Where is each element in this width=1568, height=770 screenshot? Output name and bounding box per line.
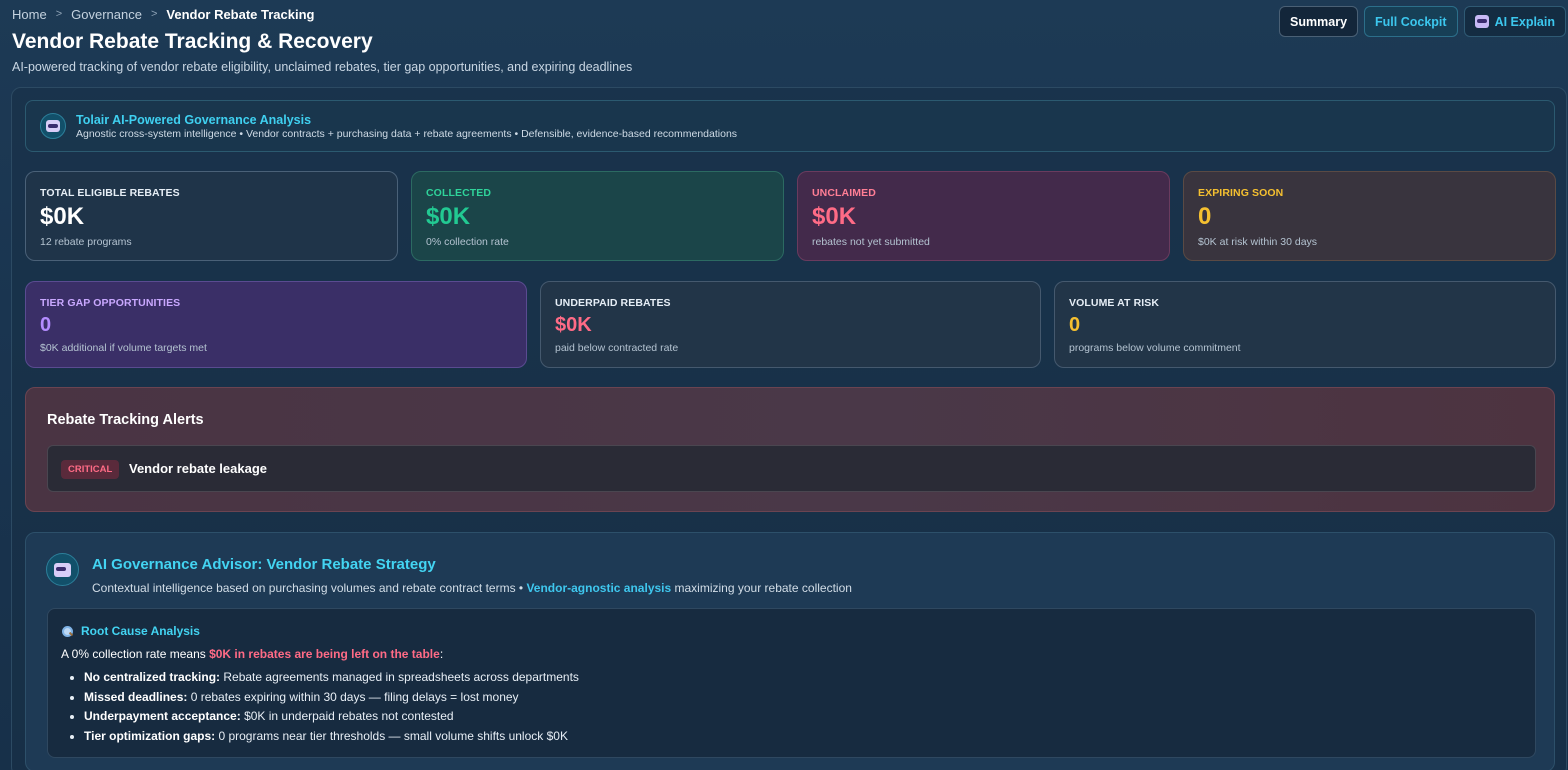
stat-card-collected[interactable]: COLLECTED $0K 0% collection rate bbox=[411, 171, 784, 261]
stat-label: UNCLAIMED bbox=[812, 187, 876, 199]
ai-analysis-banner: Tolair AI-Powered Governance Analysis Ag… bbox=[25, 100, 1555, 152]
stat-label: EXPIRING SOON bbox=[1198, 187, 1284, 199]
rebate-alerts-panel: Rebate Tracking Alerts CRITICAL Vendor r… bbox=[25, 387, 1555, 512]
stat-label: TOTAL ELIGIBLE REBATES bbox=[40, 187, 180, 199]
page-subtitle: AI-powered tracking of vendor rebate eli… bbox=[12, 60, 633, 74]
stat-subtext: programs below volume commitment bbox=[1069, 342, 1241, 354]
robot-icon bbox=[1474, 15, 1489, 28]
ai-explain-button-label: AI Explain bbox=[1494, 14, 1555, 29]
stat-subtext: 12 rebate programs bbox=[40, 236, 132, 248]
page-title: Vendor Rebate Tracking & Recovery bbox=[12, 30, 373, 53]
breadcrumb-separator: > bbox=[55, 8, 63, 20]
ai-banner-subtitle: Agnostic cross-system intelligence • Ven… bbox=[76, 128, 738, 140]
page: Home > Governance > Vendor Rebate Tracki… bbox=[0, 0, 1568, 770]
stat-card-underpaid[interactable]: UNDERPAID REBATES $0K paid below contrac… bbox=[540, 281, 1041, 368]
stat-value: $0K bbox=[555, 314, 592, 336]
advisor-subtitle-text: maximizing your rebate collection bbox=[671, 581, 852, 595]
stat-card-unclaimed[interactable]: UNCLAIMED $0K rebates not yet submitted bbox=[797, 171, 1170, 261]
list-item-term: Tier optimization gaps: bbox=[84, 728, 216, 743]
stat-value: $0K bbox=[812, 203, 857, 230]
stat-subtext: paid below contracted rate bbox=[555, 342, 679, 354]
list-item-text: Rebate agreements managed in spreadsheet… bbox=[220, 670, 579, 684]
breadcrumb-current: Vendor Rebate Tracking bbox=[166, 7, 315, 22]
stat-subtext: rebates not yet submitted bbox=[812, 236, 930, 248]
summary-button[interactable]: Summary bbox=[1279, 6, 1359, 37]
breadcrumb-separator: > bbox=[150, 8, 158, 20]
rca-header: Root Cause Analysis bbox=[62, 624, 200, 638]
stat-label: VOLUME AT RISK bbox=[1069, 297, 1160, 309]
advisor-subtitle-highlight: Vendor-agnostic analysis bbox=[526, 581, 672, 595]
ai-advisor-panel: AI Governance Advisor: Vendor Rebate Str… bbox=[25, 532, 1555, 770]
list-item-term: Underpayment acceptance: bbox=[84, 709, 241, 724]
list-item: Tier optimization gaps: 0 programs near … bbox=[84, 727, 579, 747]
advisor-subtitle-text: Contextual intelligence based on purchas… bbox=[92, 581, 527, 595]
stat-value: 0 bbox=[1198, 203, 1212, 230]
list-item-text: 0 programs near tier thresholds — small … bbox=[215, 728, 568, 743]
stat-label: UNDERPAID REBATES bbox=[555, 297, 671, 309]
list-item-text: $0K in underpaid rebates not contested bbox=[240, 709, 454, 724]
stat-card-total-eligible[interactable]: TOTAL ELIGIBLE REBATES $0K 12 rebate pro… bbox=[25, 171, 398, 261]
list-item-text: 0 rebates expiring within 30 days — fili… bbox=[187, 689, 519, 704]
stat-label: TIER GAP OPPORTUNITIES bbox=[40, 297, 181, 309]
list-item-term: Missed deadlines: bbox=[84, 689, 188, 704]
alerts-title: Rebate Tracking Alerts bbox=[47, 412, 204, 428]
breadcrumb-governance[interactable]: Governance bbox=[71, 7, 142, 22]
alert-item[interactable]: CRITICAL Vendor rebate leakage bbox=[47, 445, 1536, 492]
stat-subtext: $0K at risk within 30 days bbox=[1198, 236, 1318, 248]
stat-value: $0K bbox=[40, 203, 85, 230]
rca-lead-text: : bbox=[439, 647, 444, 661]
ai-explain-button[interactable]: AI Explain bbox=[1463, 6, 1566, 37]
list-item-term: No centralized tracking: bbox=[84, 670, 221, 684]
stat-value: 0 bbox=[40, 314, 52, 336]
top-actions: Summary Full Cockpit AI Explain bbox=[1279, 6, 1566, 37]
stat-card-tier-gap[interactable]: TIER GAP OPPORTUNITIES 0 $0K additional … bbox=[25, 281, 527, 368]
severity-badge: CRITICAL bbox=[61, 460, 120, 479]
robot-icon bbox=[40, 113, 66, 139]
stat-subtext: 0% collection rate bbox=[426, 236, 509, 248]
stat-card-volume-at-risk[interactable]: VOLUME AT RISK 0 programs below volume c… bbox=[1054, 281, 1556, 368]
list-item: No centralized tracking: Rebate agreemen… bbox=[84, 668, 579, 688]
stat-value: 0 bbox=[1069, 314, 1081, 336]
breadcrumb-home[interactable]: Home bbox=[12, 7, 47, 22]
list-item: Underpayment acceptance: $0K in underpai… bbox=[84, 707, 579, 727]
summary-button-label: Summary bbox=[1290, 14, 1348, 29]
rca-lead: A 0% collection rate means $0K in rebate… bbox=[61, 647, 443, 661]
stat-card-expiring-soon[interactable]: EXPIRING SOON 0 $0K at risk within 30 da… bbox=[1183, 171, 1556, 261]
ai-banner-title: Tolair AI-Powered Governance Analysis bbox=[76, 113, 312, 127]
rca-list: No centralized tracking: Rebate agreemen… bbox=[84, 668, 579, 746]
alert-text: Vendor rebate leakage bbox=[129, 461, 268, 476]
stat-value: $0K bbox=[426, 203, 471, 230]
stat-subtext: $0K additional if volume targets met bbox=[40, 342, 207, 354]
full-cockpit-button[interactable]: Full Cockpit bbox=[1364, 6, 1458, 37]
full-cockpit-button-label: Full Cockpit bbox=[1375, 14, 1447, 29]
root-cause-analysis-card: Root Cause Analysis A 0% collection rate… bbox=[47, 608, 1536, 758]
advisor-subtitle: Contextual intelligence based on purchas… bbox=[92, 581, 852, 595]
robot-icon bbox=[46, 553, 79, 586]
magnifier-icon bbox=[62, 625, 73, 637]
list-item: Missed deadlines: 0 rebates expiring wit… bbox=[84, 688, 579, 708]
breadcrumb: Home > Governance > Vendor Rebate Tracki… bbox=[12, 7, 315, 22]
stat-label: COLLECTED bbox=[426, 187, 492, 199]
rca-lead-text: A 0% collection rate means bbox=[61, 647, 210, 661]
advisor-title: AI Governance Advisor: Vendor Rebate Str… bbox=[92, 556, 436, 573]
rca-title: Root Cause Analysis bbox=[81, 624, 200, 638]
rca-lead-highlight: $0K in rebates are being left on the tab… bbox=[209, 647, 440, 661]
